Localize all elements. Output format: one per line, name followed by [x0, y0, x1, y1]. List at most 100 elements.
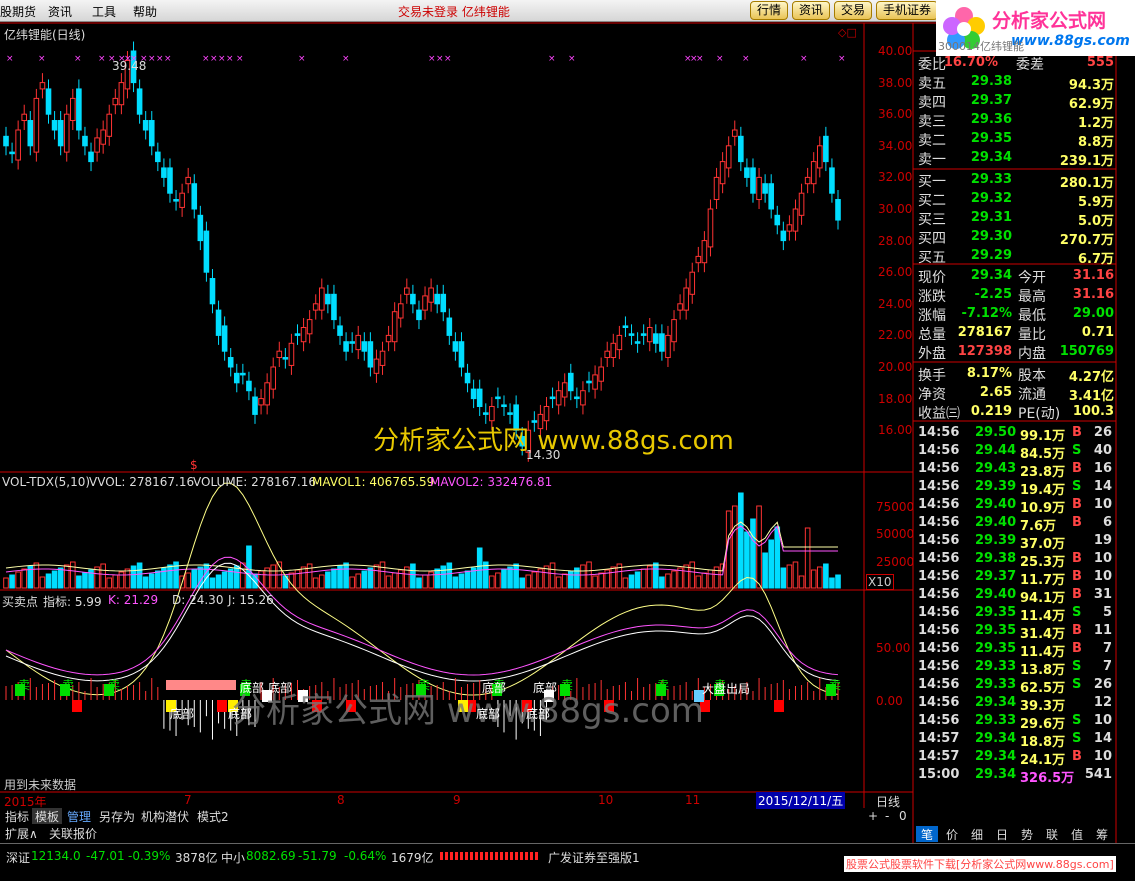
stat-value2: 31.16 [1072, 287, 1114, 302]
tick-row[interactable]: 14:56 29.40 94.1万 B 31 [916, 586, 1116, 606]
candle-body [15, 129, 21, 161]
zx-percent: -0.64% [344, 849, 387, 863]
volume-bar [240, 562, 246, 589]
volume-bar [167, 564, 173, 589]
bid-row-5[interactable]: 买五 29.29 6.7万 [916, 246, 1116, 267]
candle-body [810, 161, 817, 185]
tab-institution[interactable]: 机构潜伏 [138, 808, 192, 824]
diamond-icon[interactable]: ◇□ [838, 26, 857, 39]
volume-bar [561, 573, 568, 589]
bid-row-3[interactable]: 买三 29.31 5.0万 [916, 208, 1116, 229]
right-tab-1[interactable]: 价 [941, 826, 963, 842]
x-marker: × [716, 54, 724, 64]
volume-bar [15, 571, 21, 589]
right-tab-0[interactable]: 笔 [916, 826, 938, 842]
volume-bar [76, 575, 82, 589]
tick-count: 7 [1102, 641, 1112, 656]
tab-related-quotes[interactable]: 关联报价 [46, 825, 100, 841]
bid-row-2[interactable]: 买二 29.32 5.9万 [916, 189, 1116, 210]
tick-row[interactable]: 14:56 29.38 25.3万 B 10 [916, 550, 1116, 570]
tab-expand[interactable]: 扩展∧ [2, 825, 41, 841]
ask-row-3-price: 29.36 [970, 112, 1012, 127]
candle-body [318, 287, 325, 311]
right-tab-2[interactable]: 细 [966, 826, 988, 842]
tick-row[interactable]: 14:56 29.37 11.7万 B 10 [916, 568, 1116, 588]
tick-price: 29.35 [975, 641, 1017, 656]
tick-count: 10 [1093, 551, 1112, 566]
price-tick: 30.00 [878, 202, 913, 216]
bid-row-4[interactable]: 买四 29.30 270.7万 [916, 227, 1116, 248]
tick-row[interactable]: 14:56 29.39 19.4万 S 14 [916, 478, 1116, 498]
tick-row[interactable]: 14:56 29.39 37.0万 19 [916, 532, 1116, 552]
x-marker: × [148, 54, 156, 64]
tick-time: 14:56 [918, 533, 960, 548]
right-tab-7[interactable]: 筹 [1091, 826, 1113, 842]
volume-bar [731, 505, 738, 589]
vol-tick-75000: 75000 [876, 500, 915, 514]
tick-row[interactable]: 14:56 29.33 13.8万 S 7 [916, 658, 1116, 678]
ask-row-1[interactable]: 卖一 29.34 239.1万 [916, 148, 1116, 169]
mavol2-value: MAVOL2: 332476.81 [430, 475, 553, 489]
period-label[interactable]: 日线 [876, 793, 900, 810]
right-tab-6[interactable]: 值 [1066, 826, 1088, 842]
volume-bar [707, 569, 714, 589]
candle-body [653, 333, 659, 344]
tick-row[interactable]: 14:56 29.35 11.4万 S 5 [916, 604, 1116, 624]
tick-row[interactable]: 14:56 29.44 84.5万 S 40 [916, 442, 1116, 462]
stat-value: 8.17% [966, 366, 1012, 381]
tick-row[interactable]: 14:57 29.34 24.1万 B 10 [916, 748, 1116, 768]
volume-bar [580, 564, 586, 589]
tick-row[interactable]: 14:56 29.33 62.5万 S 26 [916, 676, 1116, 696]
tab-save-as[interactable]: 另存为 [96, 808, 138, 824]
x-marker: × [218, 54, 226, 64]
volume-bar [118, 571, 125, 589]
ask-row-3[interactable]: 卖三 29.36 1.2万 [916, 110, 1116, 131]
candle-body [191, 183, 198, 210]
bottom-signal: 底部 [170, 707, 195, 721]
reset-button[interactable]: 0 [899, 809, 907, 823]
volume-bar [640, 568, 647, 589]
tick-row[interactable]: 14:56 29.43 23.8万 B 16 [916, 460, 1116, 480]
volume-bar [555, 576, 562, 589]
right-tab-4[interactable]: 势 [1016, 826, 1038, 842]
tick-row[interactable]: 14:56 29.40 7.6万 B 6 [916, 514, 1116, 534]
volume-bar [397, 569, 404, 589]
bid-row-1-price: 29.33 [970, 172, 1012, 187]
status-bar: 深证 12134.0 -47.01 -0.39% 3878亿 中小 8082.6… [0, 843, 1135, 872]
tick-row[interactable]: 14:56 29.40 10.9万 B 10 [916, 496, 1116, 516]
right-tab-3[interactable]: 日 [991, 826, 1013, 842]
tick-row[interactable]: 14:56 29.33 29.6万 S 10 [916, 712, 1116, 732]
candle-body [173, 199, 179, 202]
tick-row[interactable]: 14:56 29.34 39.3万 12 [916, 694, 1116, 714]
tab-manage[interactable]: 管理 [64, 808, 94, 824]
tick-count: 541 [1084, 767, 1112, 782]
tick-row[interactable]: 14:56 29.50 99.1万 B 26 [916, 424, 1116, 444]
candle-body [270, 366, 277, 390]
tick-row[interactable]: 14:56 29.35 11.4万 B 7 [916, 640, 1116, 660]
tick-row[interactable]: 15:00 29.34 326.5万 541 [916, 766, 1116, 786]
candle-body [592, 374, 598, 390]
tab-template[interactable]: 模板 [32, 808, 63, 824]
tick-row[interactable]: 14:56 29.35 31.4万 B 11 [916, 622, 1116, 642]
right-tab-5[interactable]: 联 [1041, 826, 1063, 842]
bid-row-1[interactable]: 买一 29.33 280.1万 [916, 170, 1116, 191]
volume-bar [495, 572, 501, 589]
volume-bar [689, 561, 696, 589]
tab-indicator[interactable]: 指标 [2, 808, 32, 824]
stat-label2: 最高 [1018, 289, 1046, 305]
mavol1-value: MAVOL1: 406765.59 [312, 475, 435, 489]
zoom-out-button[interactable]: - [885, 809, 889, 823]
ask-row-2[interactable]: 卖二 29.35 8.8万 [916, 129, 1116, 150]
volume-series [3, 492, 841, 589]
breadth-bar-icon [440, 852, 540, 860]
tick-row[interactable]: 14:57 29.34 18.8万 S 14 [916, 730, 1116, 750]
diff-value: 555 [1086, 55, 1114, 70]
stat-row: 收益㈢ 0.219 PE(动) 100.3 [916, 402, 1116, 422]
ask-row-4[interactable]: 卖四 29.37 62.9万 [916, 91, 1116, 112]
tick-price: 29.39 [975, 479, 1017, 494]
zoom-in-button[interactable]: + [868, 809, 878, 823]
stat-value: 2.65 [979, 385, 1012, 400]
tab-mode2[interactable]: 模式2 [194, 808, 232, 824]
ad-link[interactable]: 股票公式股票软件下载[分析家公式网www.88gs.com] [844, 856, 1116, 872]
ask-row-5[interactable]: 卖五 29.38 94.3万 [916, 72, 1116, 93]
